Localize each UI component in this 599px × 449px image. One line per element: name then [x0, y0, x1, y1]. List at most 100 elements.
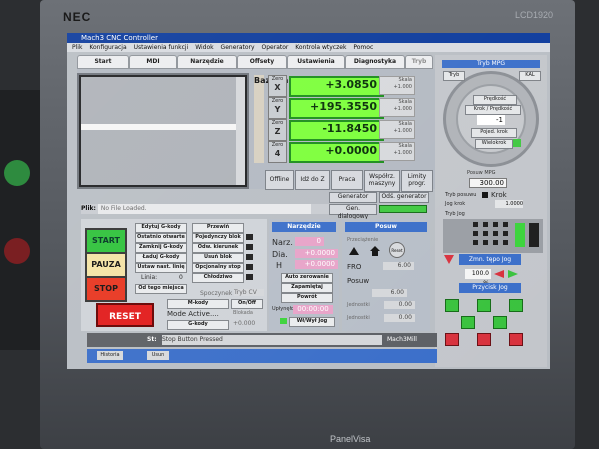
dro-4-value[interactable]: +0.0000	[289, 142, 384, 163]
run-from-here-button[interactable]: Od tego miejsca	[135, 284, 187, 294]
mpg-single-step-button[interactable]: Pojed. krok	[471, 128, 517, 138]
jog-step-value[interactable]: 1.0000	[495, 200, 523, 208]
generator-indicator	[379, 205, 427, 213]
zero-y-button[interactable]: Zero Y	[268, 97, 287, 119]
tab-narzedzie[interactable]: Narzędzie	[177, 55, 237, 69]
rewind-button[interactable]: Przewiń	[192, 223, 244, 233]
single-block-button[interactable]: Pojedynczy blok	[192, 233, 244, 243]
goto-z-button[interactable]: Idź do Z	[295, 170, 330, 190]
tool-h-label: H	[276, 261, 283, 270]
start-button[interactable]: START	[85, 228, 127, 254]
jog-onoff-button[interactable]: Wł/Wył Jog	[289, 317, 335, 327]
set-next-line-button[interactable]: Ustaw nast. linię	[135, 263, 187, 273]
pause-button[interactable]: PAUZA	[85, 252, 127, 278]
tab-diagnostyka[interactable]: Diagnostyka	[345, 55, 405, 69]
jog-left-icon[interactable]	[461, 316, 475, 329]
reset-button[interactable]: RESET	[96, 303, 154, 327]
close-gcode-button[interactable]: Zamknij G-kody	[135, 243, 187, 253]
jog-percent-down-icon[interactable]	[493, 269, 505, 279]
dro-z-value[interactable]: -11.8450	[289, 120, 384, 141]
tool-h-value[interactable]: +0.0000	[295, 260, 338, 269]
dro-y-value[interactable]: +195.3550	[289, 98, 384, 119]
auto-zero-button[interactable]: Auto zerowanie	[281, 273, 333, 283]
posuw-mpg-value[interactable]: 300.00	[469, 178, 507, 188]
jog-up-left-icon[interactable]	[445, 299, 459, 312]
gcode-scrollbar[interactable]	[236, 77, 245, 185]
return-button[interactable]: Powrót	[281, 293, 333, 303]
edit-gcode-button[interactable]: Edytuj G-kody	[135, 223, 187, 233]
generator-button[interactable]: Generator	[329, 192, 377, 203]
coolant-led	[246, 274, 253, 280]
onoff-button[interactable]: On/Off	[231, 299, 263, 309]
history-button[interactable]: Historia	[97, 351, 123, 360]
jog-down-icon[interactable]	[477, 333, 491, 346]
single-block-led	[246, 234, 253, 240]
feedrate-value[interactable]: 6.00	[372, 289, 407, 297]
machine-green-button[interactable]	[4, 160, 30, 186]
menu-item[interactable]: Ustawienia funkcji	[134, 44, 189, 51]
jog-up-right-icon[interactable]	[509, 299, 523, 312]
optional-stop-button[interactable]: Opcjonalny stop	[192, 263, 244, 273]
jog-right-icon[interactable]	[493, 316, 507, 329]
refresh-generator-button[interactable]: Odś. generator	[379, 192, 429, 203]
jog-speed-button[interactable]: Zmn. tępo Jog	[459, 254, 521, 265]
mpg-multistep-led	[513, 139, 521, 147]
tab-mdi[interactable]: MDI	[129, 55, 177, 69]
jog-percent-up-icon[interactable]	[507, 269, 519, 279]
reverse-run-button[interactable]: Odw. kierunek	[192, 243, 244, 253]
gcodes-button[interactable]: G-kody	[167, 320, 229, 330]
mpg-step-value[interactable]: -1	[477, 115, 505, 125]
work-button[interactable]: Praca	[331, 170, 363, 190]
jog-button[interactable]: Przycisk Jog	[459, 283, 521, 293]
feed-home-icon[interactable]	[369, 245, 381, 257]
tab-ustawienia[interactable]: Ustawienia	[287, 55, 345, 69]
mcodes-button[interactable]: M-kody	[167, 299, 229, 309]
machine-coords-button[interactable]: Współrz. maszyny	[364, 170, 400, 192]
offline-button[interactable]: Offline	[265, 170, 294, 190]
tab-start-programu[interactable]: Start programu	[77, 55, 129, 76]
tab-offsety[interactable]: Offsety	[237, 55, 287, 69]
menu-item[interactable]: Pomoc	[353, 44, 373, 51]
fro-value[interactable]: 6.00	[383, 262, 414, 270]
jog-up-icon[interactable]	[477, 299, 491, 312]
jog-slow-icon[interactable]	[443, 254, 455, 265]
zero-4-button[interactable]: Zero 4	[268, 141, 287, 163]
coolant-button[interactable]: Chłodziwo	[192, 273, 244, 283]
menu-item[interactable]: Generatory	[221, 44, 255, 51]
menu-item[interactable]: Kontrola wtyczek	[295, 44, 346, 51]
clear-button[interactable]: Usun	[147, 351, 169, 360]
feed-reset-button[interactable]: Reset	[389, 242, 405, 258]
jog-percent-value[interactable]: 100.0 %	[465, 269, 491, 287]
mpg-step-speed-button[interactable]: Krok / Prędkość	[465, 105, 521, 115]
zero-x-button[interactable]: Zero X	[268, 75, 287, 97]
block-delete-button[interactable]: Usuń blok	[192, 253, 244, 263]
tab-tryb[interactable]: Tryb	[405, 55, 433, 69]
dro-x-value[interactable]: +3.0850	[289, 76, 384, 97]
jog-mode-label: Tryb Jog	[445, 211, 465, 217]
jog-down-left-icon[interactable]	[445, 333, 459, 346]
tool-dia-value[interactable]: +0.0000	[295, 249, 338, 258]
machine-red-button[interactable]	[4, 238, 30, 264]
menu-item[interactable]: Konfiguracja	[89, 44, 126, 51]
soft-limits-button[interactable]: Limity progr.	[401, 170, 433, 192]
recent-files-button[interactable]: Ostatnio otwarte	[135, 233, 187, 243]
gcode-window[interactable]	[81, 77, 236, 185]
mpg-speed-button[interactable]: Prędkość	[473, 95, 517, 105]
mpg-calibrate-button[interactable]: KAL	[519, 71, 541, 81]
menu-item[interactable]: Widok	[195, 44, 213, 51]
mpg-multistep-button[interactable]: Wielokrok	[475, 139, 513, 149]
stop-button[interactable]: STOP	[85, 276, 127, 302]
remember-button[interactable]: Zapamiętaj	[281, 283, 333, 293]
line-value[interactable]: 0	[179, 274, 183, 281]
load-gcode-button[interactable]: Ładuj G-kody	[135, 253, 187, 263]
feed-down-icon[interactable]	[348, 245, 360, 257]
tool-number-value[interactable]: 0	[295, 237, 324, 246]
mpg-mode-button[interactable]: Tryb	[443, 71, 465, 81]
monitor-model: LCD1920	[515, 10, 554, 20]
dialog-generator-button[interactable]: Gen. dialogowy	[329, 204, 377, 220]
bazowanie-label[interactable]: Bazowanie	[254, 75, 302, 163]
menu-item[interactable]: Plik	[72, 44, 82, 51]
jog-down-right-icon[interactable]	[509, 333, 523, 346]
zero-z-button[interactable]: Zero Z	[268, 119, 287, 141]
menu-item[interactable]: Operator	[262, 44, 289, 51]
